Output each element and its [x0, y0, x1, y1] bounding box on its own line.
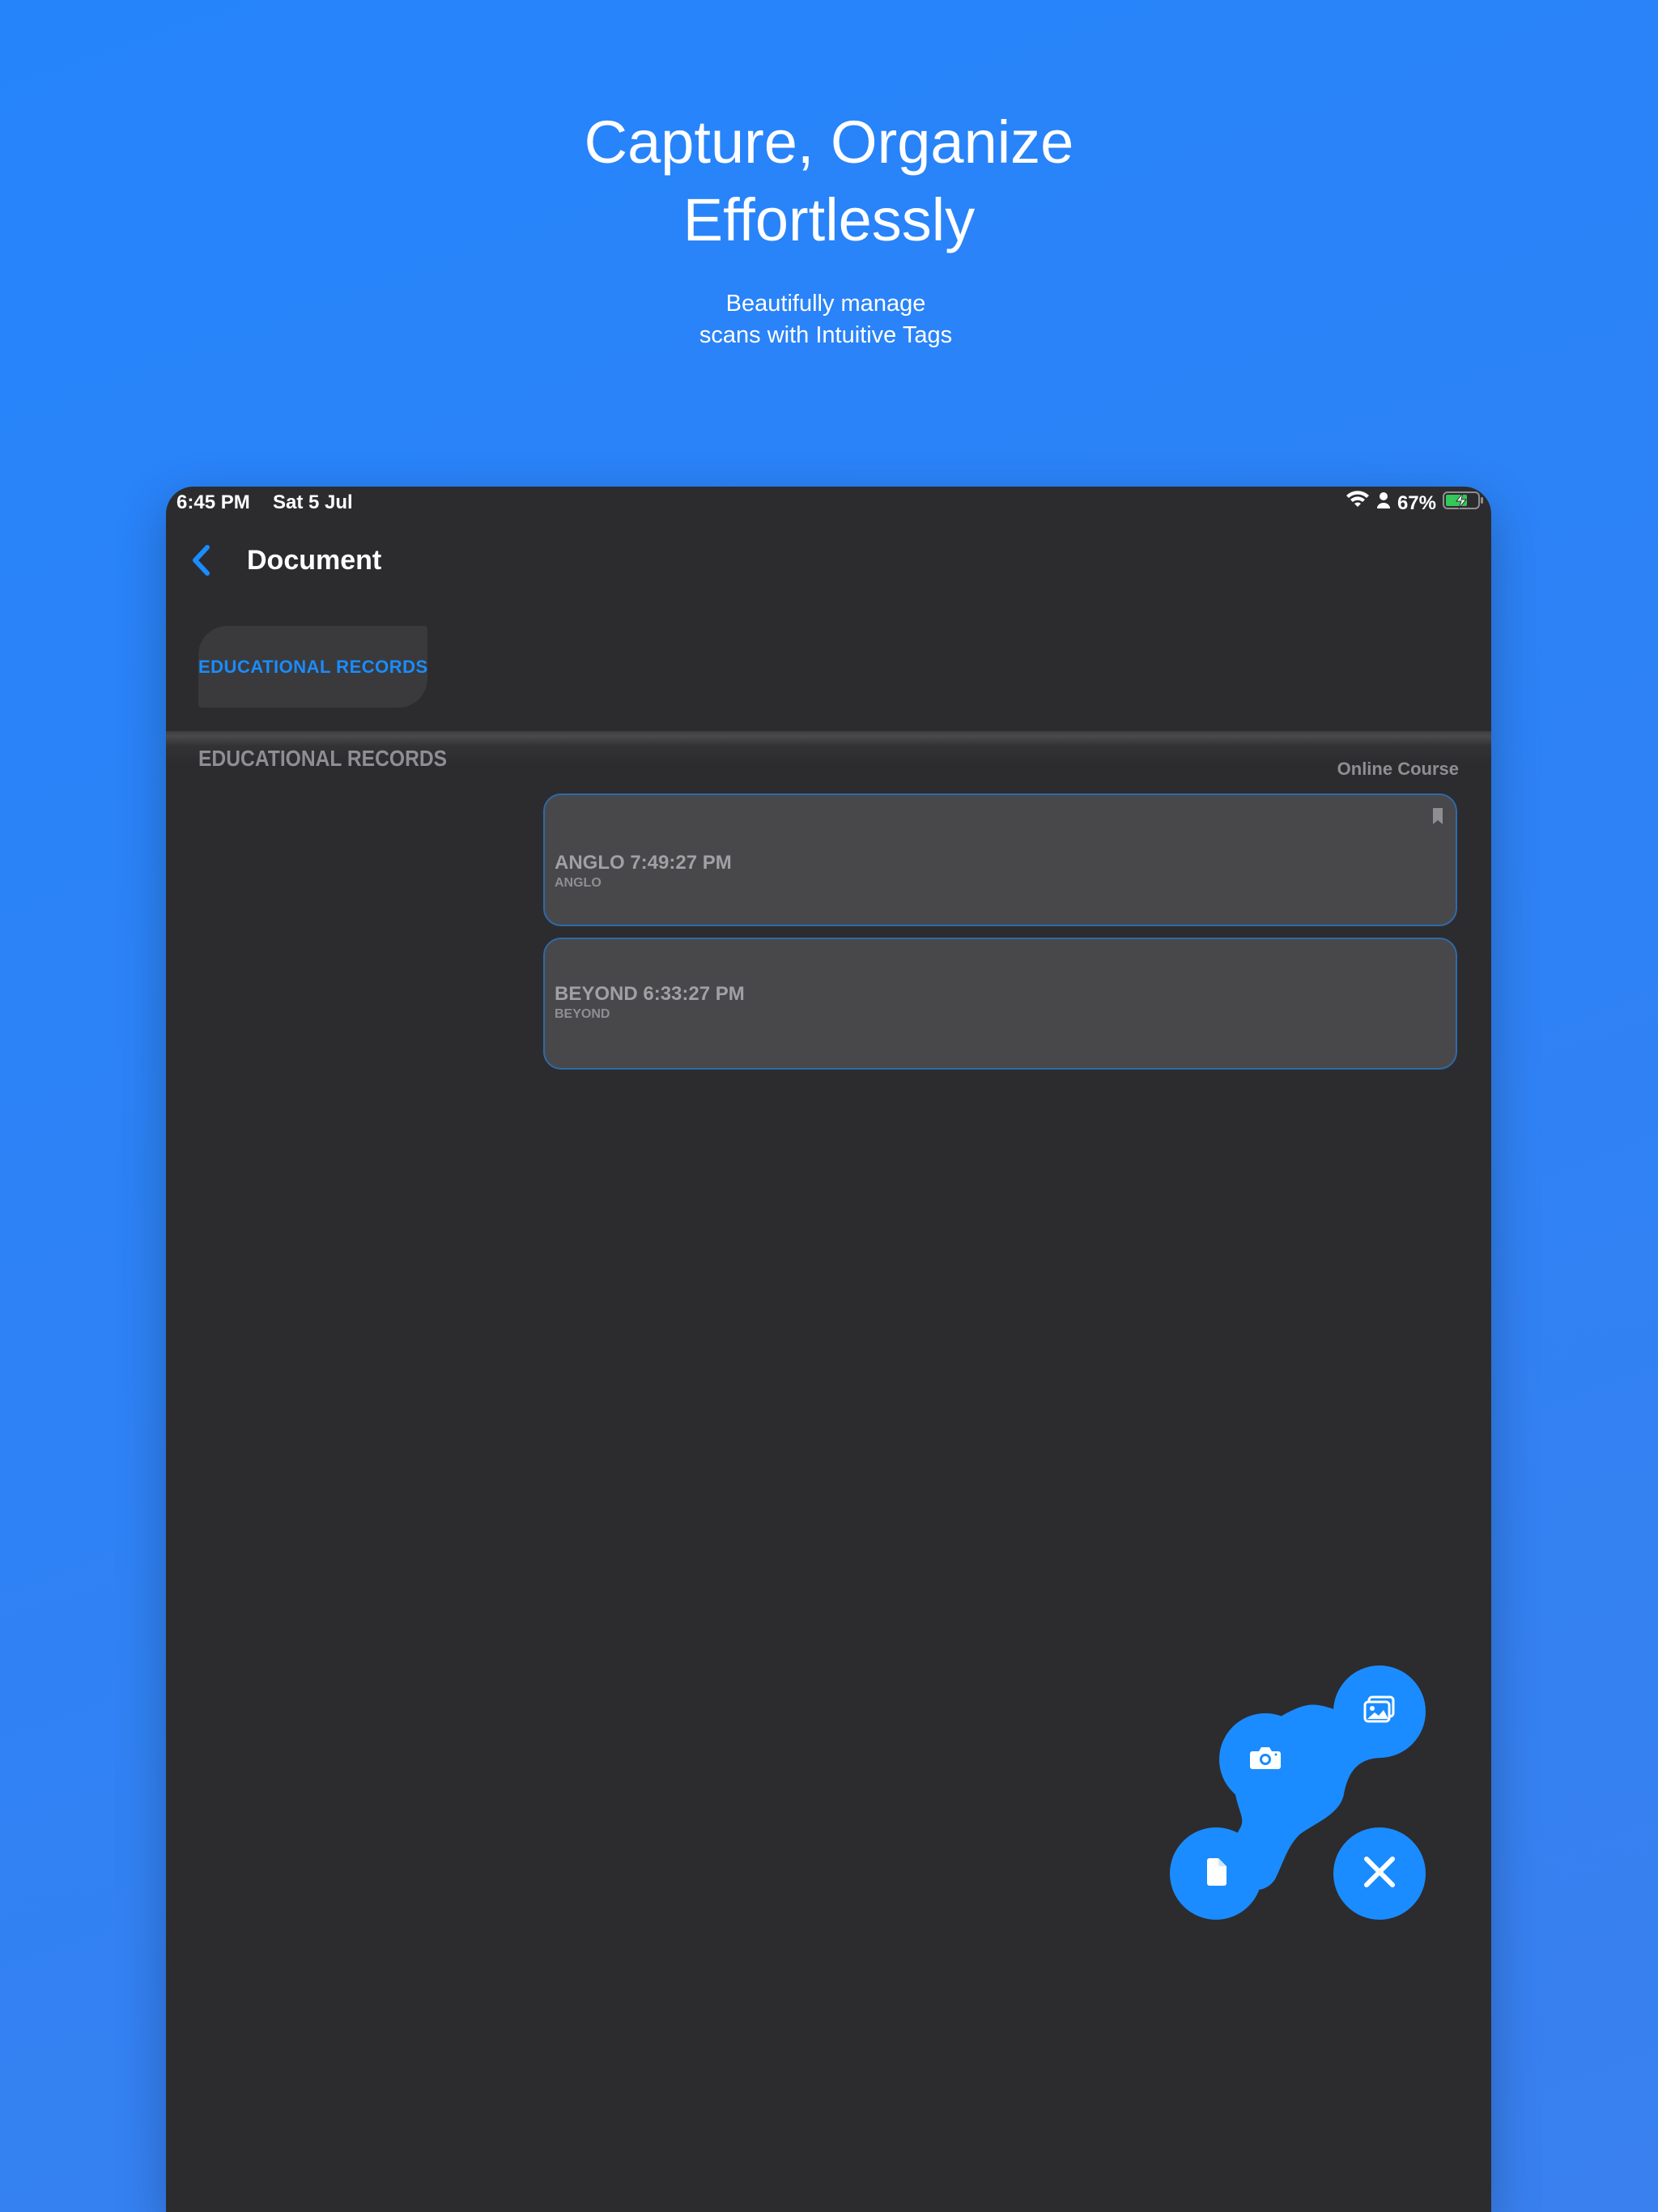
hero-title: Capture, Organize Effortlessly: [0, 104, 1658, 259]
status-date: Sat 5 Jul: [273, 491, 353, 513]
hero-subtitle: Beautifully manage scans with Intuitive …: [0, 288, 1652, 351]
section-meta: Online Course: [1337, 759, 1459, 779]
chevron-left-icon: [190, 544, 211, 581]
document-name: ANGLO 7:49:27 PM: [555, 852, 732, 874]
document-card[interactable]: ANGLO 7:49:27 PM ANGLO: [543, 793, 1457, 926]
document-icon: [1205, 1857, 1227, 1890]
battery-percent: 67%: [1397, 491, 1436, 514]
document-card[interactable]: BEYOND 6:33:27 PM BEYOND: [543, 938, 1457, 1070]
gallery-icon: [1363, 1695, 1397, 1729]
close-icon: [1363, 1855, 1397, 1893]
camera-icon: [1249, 1745, 1282, 1775]
status-indicators: 67%: [1346, 491, 1485, 516]
hero-title-line2: Effortlessly: [682, 186, 976, 253]
battery-icon: [1443, 491, 1485, 516]
close-button[interactable]: [1333, 1827, 1426, 1921]
tag-filter-chip[interactable]: EDUCATIONAL RECORDS: [198, 626, 427, 708]
document-tag: BEYOND: [555, 1007, 610, 1021]
camera-button[interactable]: [1218, 1712, 1312, 1806]
status-time: 6:45 PM: [176, 491, 250, 513]
device-screen: 6:45 PM Sat 5 Jul 67% Document EDUCATION…: [166, 487, 1491, 2212]
document-tag: ANGLO: [555, 876, 602, 890]
bookmark-icon[interactable]: [1431, 806, 1444, 826]
page-title: Document: [247, 545, 382, 576]
hero-subtitle-line1: Beautifully manage: [725, 291, 926, 317]
wifi-icon: [1346, 491, 1370, 516]
navigation-bar: Document: [166, 535, 1491, 589]
hero-title-line1: Capture, Organize: [584, 108, 1074, 176]
person-icon: [1376, 491, 1391, 515]
back-button[interactable]: [182, 542, 219, 582]
status-bar: 6:45 PM Sat 5 Jul 67%: [166, 487, 1491, 519]
section-title: EDUCATIONAL RECORDS: [198, 746, 448, 771]
gallery-button[interactable]: [1333, 1665, 1426, 1759]
hero-subtitle-line2: scans with Intuitive Tags: [699, 322, 953, 348]
document-button[interactable]: [1169, 1827, 1263, 1921]
document-name: BEYOND 6:33:27 PM: [555, 983, 745, 1005]
